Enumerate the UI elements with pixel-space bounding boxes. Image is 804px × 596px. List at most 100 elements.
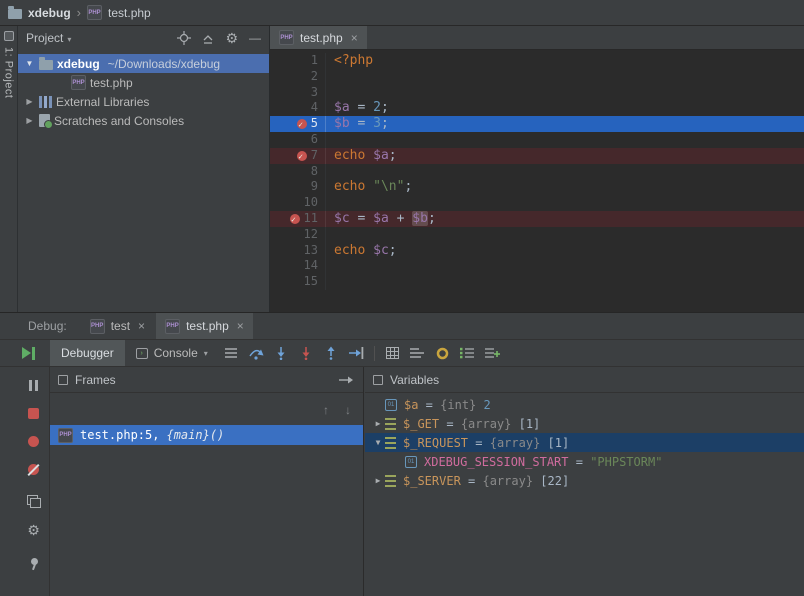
variable-row[interactable]: $a = {int} 2 <box>365 395 804 414</box>
chevron-expanded-icon[interactable]: ▼ <box>24 59 35 68</box>
breakpoint-icon[interactable] <box>296 149 307 164</box>
collapse-all-icon[interactable] <box>202 32 214 44</box>
editor-line[interactable]: 3 <box>270 84 804 101</box>
step-out-button[interactable] <box>319 340 344 366</box>
code-token: $a <box>373 147 389 163</box>
chevron-collapsed-icon[interactable]: ▶ <box>24 97 35 106</box>
code-line: echo $c; <box>326 243 397 259</box>
chevron-down-icon[interactable]: ▾ <box>67 35 71 44</box>
editor-line[interactable]: 1 <?php <box>270 53 804 69</box>
chevron-expanded-icon[interactable]: ▼ <box>371 438 385 447</box>
project-tree-item[interactable]: ▶ Scratches and Consoles <box>18 111 269 130</box>
editor-line[interactable]: 13 echo $c; <box>270 242 804 259</box>
filter-frames-icon[interactable] <box>339 375 355 385</box>
debug-session-tab[interactable]: test × <box>81 313 154 339</box>
gear-icon[interactable]: ⚙ <box>225 31 238 45</box>
close-icon[interactable]: × <box>138 319 145 333</box>
editor-line[interactable]: 5 $b = 3; <box>270 116 804 133</box>
editor-line[interactable]: 4 $a = 2; <box>270 100 804 117</box>
editor-line[interactable]: 8 <box>270 163 804 180</box>
numbered-list-button[interactable] <box>455 340 480 366</box>
editor-gutter[interactable]: 12 <box>270 226 326 243</box>
add-watch-button[interactable] <box>480 340 505 366</box>
editor-gutter[interactable]: 2 <box>270 68 326 85</box>
previous-frame-icon[interactable]: ↑ <box>323 403 329 417</box>
rows-view-button[interactable] <box>405 340 430 366</box>
pause-button[interactable] <box>18 377 49 394</box>
variable-name: XDEBUG_SESSION_START <box>424 454 569 469</box>
editor-line[interactable]: 7 echo $a; <box>270 147 804 164</box>
close-icon[interactable]: × <box>237 319 244 333</box>
editor-line[interactable]: 11 $c = $a + $b; <box>270 210 804 228</box>
chevron-collapsed-icon[interactable]: ▶ <box>371 476 385 485</box>
editor-gutter[interactable]: 11 <box>270 210 326 228</box>
editor-gutter[interactable]: 8 <box>270 163 326 180</box>
project-tool-window-icon <box>3 31 14 41</box>
editor-gutter[interactable]: 7 <box>270 147 326 164</box>
debug-session-tab[interactable]: test.php × <box>156 313 253 339</box>
close-icon[interactable]: × <box>351 31 358 45</box>
editor-line[interactable]: 15 <box>270 274 804 290</box>
step-over-button[interactable] <box>244 340 269 366</box>
code-token: "\n" <box>373 179 405 195</box>
debug-view-tab-debugger[interactable]: Debugger <box>50 340 125 366</box>
line-number: 15 <box>303 274 318 289</box>
editor-gutter[interactable]: 15 <box>270 274 326 290</box>
editor-line[interactable]: 14 <box>270 258 804 275</box>
hide-panel-icon[interactable]: — <box>249 31 261 45</box>
frame-item[interactable]: test.php:5, {main}() <box>50 425 363 445</box>
editor-line[interactable]: 6 <box>270 131 804 148</box>
editor-line[interactable]: 2 <box>270 68 804 85</box>
variable-row[interactable]: ▶ $_SERVER = {array} [22] <box>365 471 804 490</box>
project-panel-title[interactable]: Project <box>26 31 63 45</box>
variable-row[interactable]: ▼ $_REQUEST = {array} [1] <box>365 433 804 452</box>
breakpoint-icon[interactable] <box>289 212 300 228</box>
restore-layout-button[interactable] <box>18 493 49 510</box>
evaluate-expression-button[interactable] <box>430 340 455 366</box>
tool-window-button-project[interactable]: 1: Project <box>3 47 15 98</box>
editor-gutter[interactable]: 1 <box>270 53 326 69</box>
chevron-collapsed-icon[interactable]: ▶ <box>371 419 385 428</box>
variable-row[interactable]: XDEBUG_SESSION_START = "PHPSTORM" <box>365 452 804 471</box>
editor-line[interactable]: 9 echo "\n"; <box>270 179 804 196</box>
mute-breakpoints-button[interactable] <box>18 461 49 478</box>
settings-gear-button[interactable]: ⚙ <box>18 521 49 538</box>
editor-tab-test-php[interactable]: test.php × <box>270 26 367 49</box>
chevron-collapsed-icon[interactable]: ▶ <box>24 116 35 125</box>
project-tree-item[interactable]: ▶ External Libraries <box>18 92 269 111</box>
editor-gutter[interactable]: 6 <box>270 131 326 148</box>
project-tree-item[interactable]: test.php <box>18 73 269 92</box>
code-editor: 1<?php234$a = 2;5$b = 3;67echo $a;89echo… <box>270 50 804 312</box>
variable-value: [22] <box>540 473 570 488</box>
locate-file-icon[interactable] <box>177 31 192 45</box>
resume-program-button[interactable] <box>22 347 38 360</box>
force-step-into-button[interactable] <box>294 340 319 366</box>
variable-value: 2 <box>483 397 491 412</box>
editor-gutter[interactable]: 9 <box>270 179 326 196</box>
code-token: $c <box>373 242 389 258</box>
breadcrumb-file[interactable]: test.php <box>108 6 151 20</box>
editor-line[interactable]: 10 <box>270 195 804 211</box>
table-view-button[interactable] <box>380 340 405 366</box>
show-execution-point-button[interactable] <box>219 340 244 366</box>
code-line: echo "\n"; <box>326 179 412 195</box>
breakpoint-icon[interactable] <box>296 117 307 133</box>
stop-button[interactable] <box>18 405 49 422</box>
step-into-button[interactable] <box>269 340 294 366</box>
editor-gutter[interactable]: 5 <box>270 116 326 133</box>
editor-gutter[interactable]: 10 <box>270 195 326 211</box>
view-breakpoints-button[interactable] <box>18 433 49 450</box>
breadcrumb-project[interactable]: xdebug <box>28 6 71 20</box>
editor-gutter[interactable]: 13 <box>270 242 326 259</box>
project-tree-item[interactable]: ▼ xdebug ~/Downloads/xdebug <box>18 54 269 73</box>
next-frame-icon[interactable]: ↓ <box>345 403 351 417</box>
editor-gutter[interactable]: 3 <box>270 84 326 101</box>
run-to-cursor-button[interactable] <box>344 340 369 366</box>
variable-row[interactable]: ▶ $_GET = {array} [1] <box>365 414 804 433</box>
pin-tab-button[interactable] <box>18 555 49 572</box>
view-tab-label: Debugger <box>61 346 114 360</box>
debug-view-tab-console[interactable]: Console ▾ <box>125 340 219 366</box>
editor-line[interactable]: 12 <box>270 226 804 243</box>
editor-gutter[interactable]: 14 <box>270 258 326 275</box>
editor-gutter[interactable]: 4 <box>270 100 326 117</box>
